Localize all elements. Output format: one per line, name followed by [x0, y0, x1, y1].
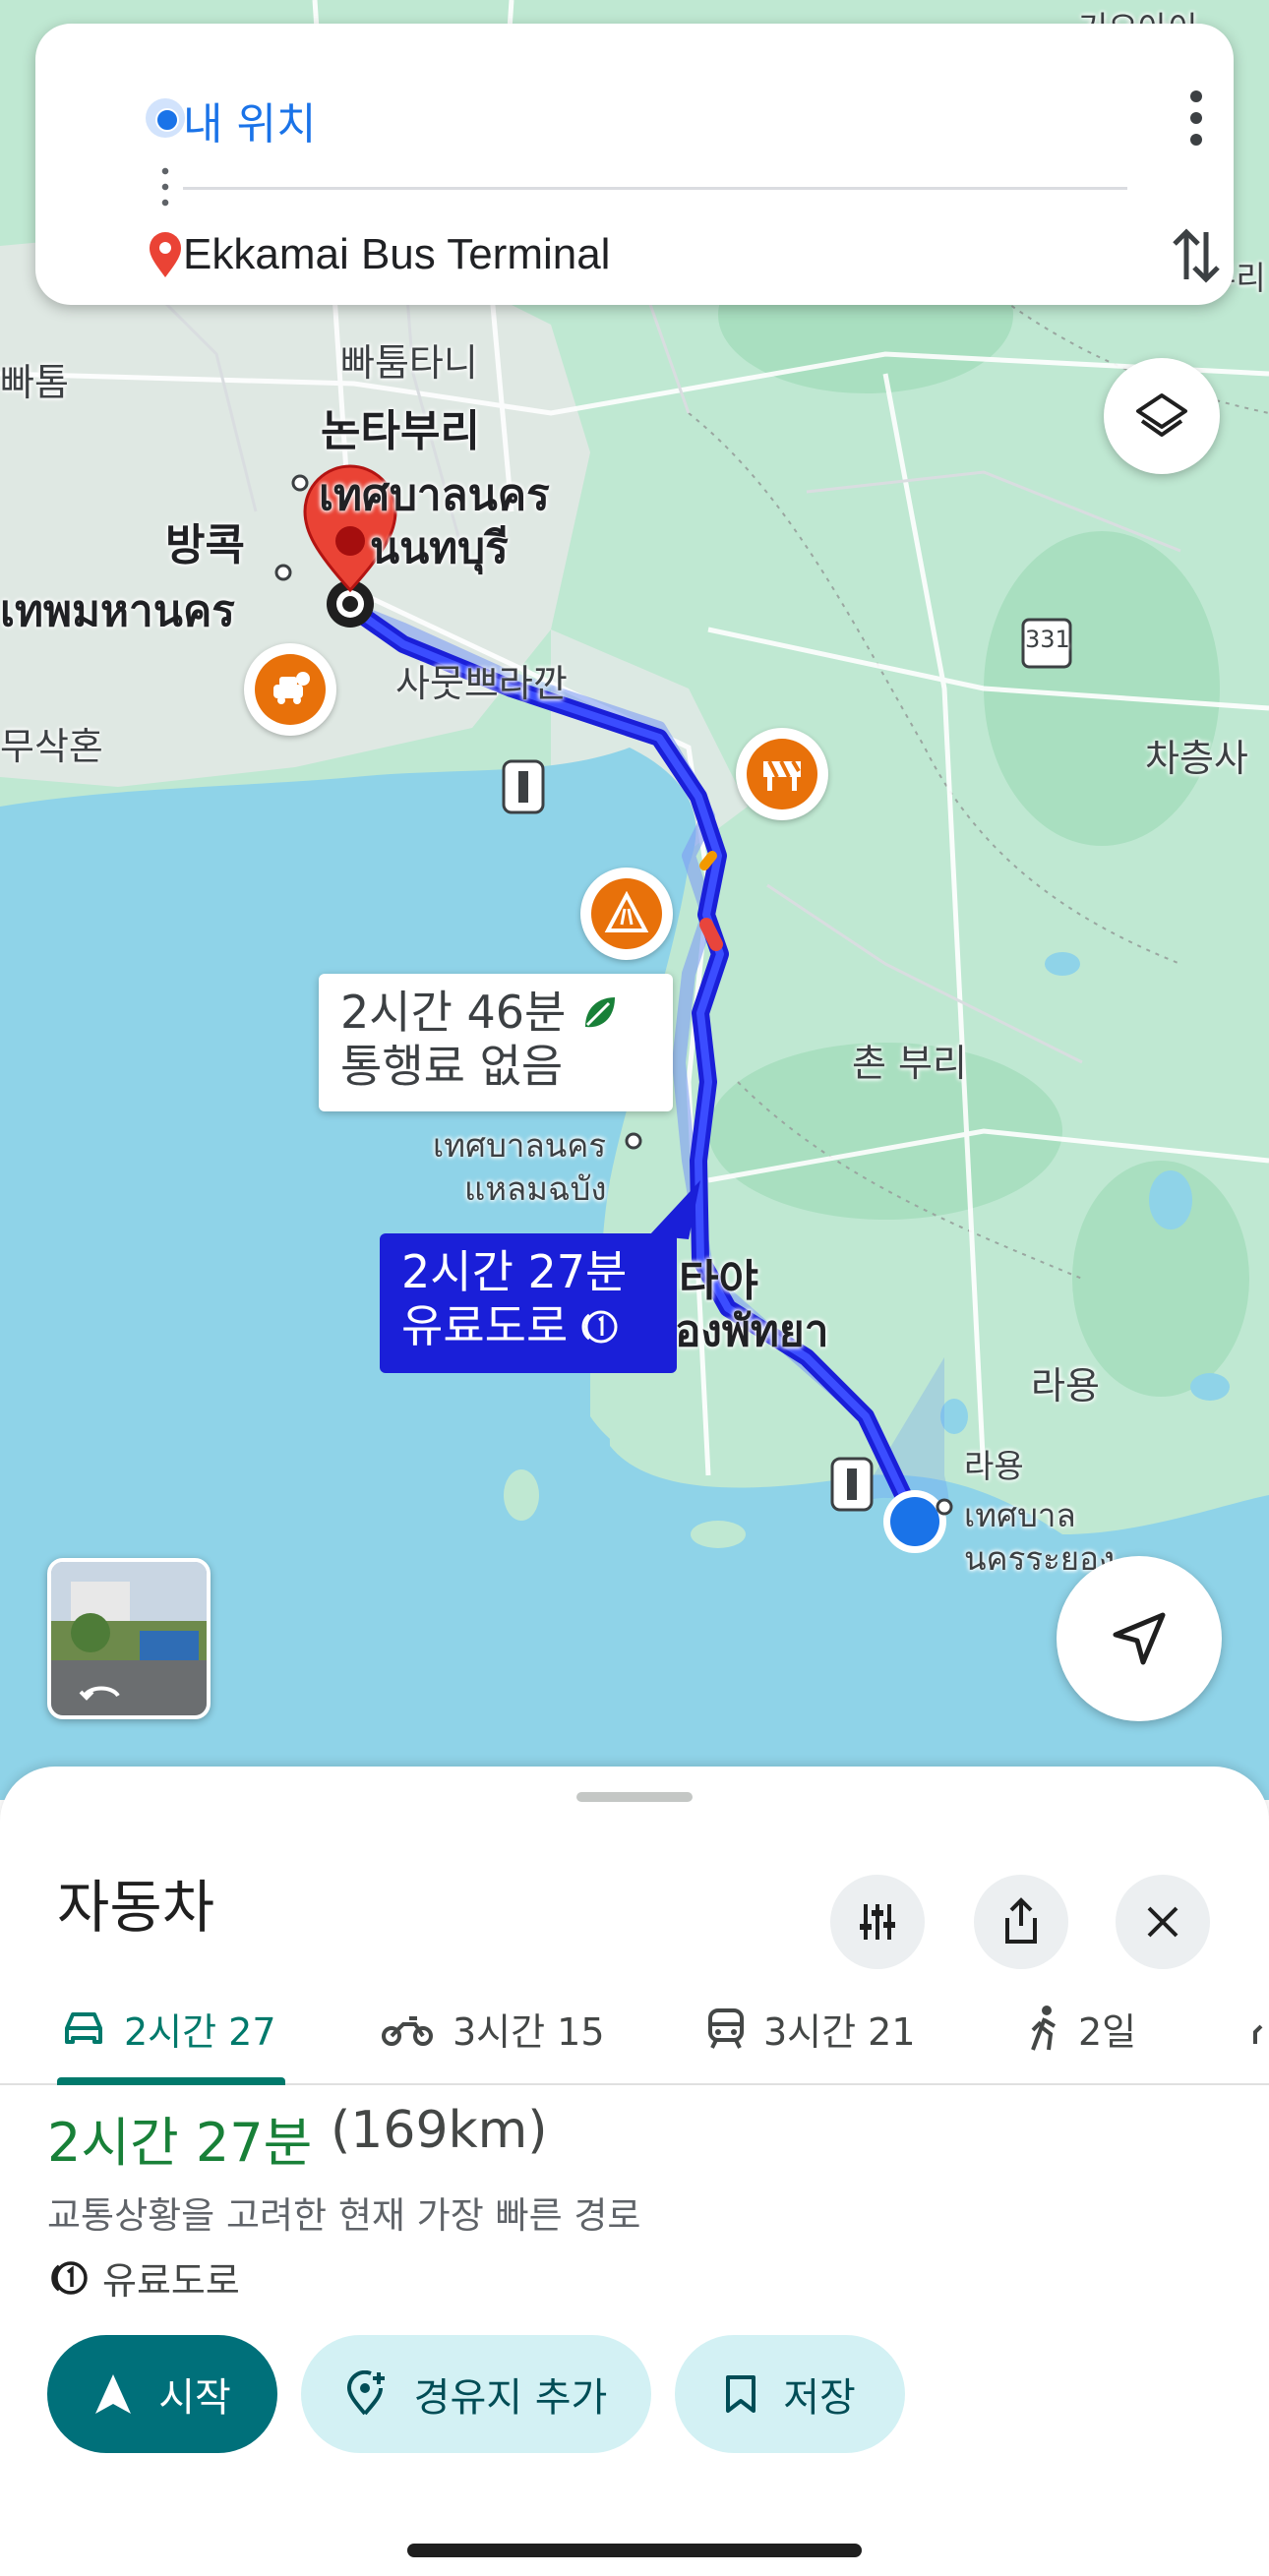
tab-label: 2시간 27	[124, 2009, 276, 2054]
map-label: นนทบุรี	[370, 523, 509, 573]
tab-motorcycle[interactable]: 3시간 15	[380, 1973, 605, 2083]
destination-pin-icon	[150, 232, 181, 277]
divider	[183, 187, 1127, 190]
route-distance: (169km)	[331, 2101, 548, 2160]
street-view-thumbnail[interactable]	[47, 1558, 211, 1719]
main-route-callout[interactable]: 2시간 27분 유료도로	[380, 1233, 677, 1373]
swap-icon[interactable]	[1165, 220, 1228, 291]
tab-driving[interactable]: 2시간 27	[61, 1973, 276, 2083]
close-icon	[1147, 1906, 1178, 1938]
map-label: 라용	[964, 1447, 1024, 1485]
close-button[interactable]	[1116, 1875, 1210, 1969]
navigation-icon	[95, 2374, 132, 2414]
directions-bottom-sheet: 자동차 2시간 27 3시간 15 3시간 21 2일 2시간 27분 (169	[0, 1767, 1269, 2576]
toll-icon	[51, 2260, 88, 2295]
layers-button[interactable]	[1104, 358, 1220, 474]
save-label: 저장	[783, 2375, 856, 2421]
main-route-time: 2시간 27분	[401, 1245, 628, 1298]
map-label: 논타부리	[321, 406, 480, 456]
travel-mode-tabs: 2시간 27 3시간 15 3시간 21 2일	[0, 1973, 1269, 2085]
map-label: 무삭혼	[0, 725, 103, 768]
transit-icon	[708, 2008, 744, 2049]
map-label: องพัทยา	[675, 1306, 829, 1356]
tune-icon	[860, 1904, 895, 1940]
traffic-incident-icon[interactable]	[244, 643, 336, 736]
tab-more[interactable]	[1251, 1973, 1269, 2083]
bookmark-icon	[726, 2375, 756, 2413]
map-label: 방콕	[165, 520, 245, 570]
route-options-button[interactable]	[830, 1875, 925, 1969]
alternate-route-callout[interactable]: 2시간 46분 통행료 없음	[319, 974, 673, 1111]
street-view-image	[51, 1562, 207, 1715]
tab-walking[interactable]: 2일	[1027, 1973, 1136, 2083]
route-dots-icon	[161, 163, 169, 209]
map-view[interactable]: 기오아이 부리 빠톰 빠툼타니 논타부리 เทศบาลนคร นนทบุรี 방…	[0, 0, 1269, 1800]
bike-partial-icon	[1253, 2024, 1263, 2044]
travel-mode-title: 자동차	[57, 1874, 215, 1941]
route-duration: 2시간 27분	[47, 2112, 313, 2174]
map-label: 촌 부리	[852, 1042, 967, 1085]
destination-field[interactable]: Ekkamai Bus Terminal	[183, 230, 610, 279]
tab-label: 2일	[1078, 2009, 1137, 2054]
origin-field[interactable]: 내 위치	[183, 89, 316, 151]
walk-icon	[1031, 2006, 1057, 2051]
map-label: 빠톰	[0, 361, 69, 404]
more-options-icon[interactable]	[1165, 83, 1228, 153]
directions-search-card: 내 위치 Ekkamai Bus Terminal	[35, 24, 1234, 305]
tab-label: 3시간 15	[453, 2009, 605, 2054]
home-indicator	[407, 2544, 862, 2557]
alt-route-toll: 통행료 없음	[340, 1040, 564, 1094]
map-label: แหลมฉบัง	[464, 1169, 607, 1208]
tab-transit[interactable]: 3시간 21	[706, 1973, 916, 2083]
route-description: 교통상황을 고려한 현재 가장 빠른 경로	[47, 2194, 641, 2237]
map-label: 차층사	[1145, 737, 1248, 780]
toll-info: 유료도로	[47, 2250, 240, 2305]
road-shield-icon	[502, 759, 545, 814]
route-number-label: 331	[1025, 626, 1070, 653]
eco-leaf-icon	[585, 996, 616, 1027]
navigation-arrow-icon	[1113, 1612, 1166, 1665]
add-stop-label: 경유지 추가	[413, 2375, 608, 2421]
add-stop-button[interactable]: 경유지 추가	[301, 2335, 651, 2453]
map-label: 빠툼타니	[340, 341, 478, 385]
active-tab-indicator	[57, 2077, 285, 2085]
main-route-toll: 유료도로	[401, 1299, 569, 1353]
motorcycle-icon	[382, 2016, 433, 2046]
car-icon	[65, 2012, 102, 2044]
start-label: 시작	[158, 2375, 231, 2421]
origin-dot-icon	[146, 98, 185, 138]
drag-handle[interactable]	[576, 1792, 693, 1802]
alt-route-time: 2시간 46분	[340, 986, 567, 1039]
share-icon	[1005, 1897, 1037, 1944]
toll-label: 유료도로	[102, 2259, 240, 2303]
my-location-button[interactable]	[1057, 1556, 1222, 1721]
save-button[interactable]: 저장	[675, 2335, 905, 2453]
layers-icon	[1136, 393, 1187, 437]
road-narrows-icon[interactable]	[580, 868, 673, 960]
map-label: เทพมหานคร	[0, 586, 235, 636]
share-button[interactable]	[974, 1875, 1068, 1969]
tab-label: 3시간 21	[763, 2009, 916, 2054]
map-label: 라용	[1031, 1364, 1100, 1408]
add-location-icon	[346, 2370, 385, 2416]
map-label: 사뭇쁘라깐	[395, 662, 568, 705]
start-navigation-button[interactable]: 시작	[47, 2335, 277, 2453]
toll-icon	[581, 1310, 618, 1344]
construction-icon[interactable]	[736, 728, 828, 820]
